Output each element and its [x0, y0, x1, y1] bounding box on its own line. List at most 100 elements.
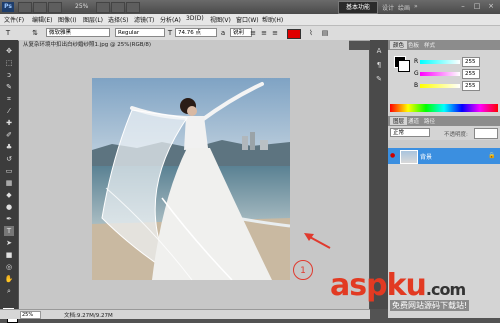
- menu-help[interactable]: 帮助(H): [262, 15, 283, 24]
- color-panel-tabs: 颜色 色板 样式: [388, 40, 500, 50]
- document-tab[interactable]: 从复杂环境中扣出白纱婚纱照1.jpg @ 25%(RGB/8): [19, 40, 349, 50]
- hand-tool-icon[interactable]: ✋: [4, 274, 14, 284]
- title-bar: Ps 25% 基本功能 设计 绘画 » – □ ×: [0, 0, 500, 14]
- slider-g-value[interactable]: 255: [462, 69, 480, 79]
- menu-view[interactable]: 视图(V): [210, 15, 231, 24]
- toolbox: ✥ ⬚ ↄ ✎ ⌗ ⁄ ✚ ✐ ♣ ↺ ▭ ▦ ◆ ● ✒ T ➤ ■ ◎ ✋ …: [0, 40, 18, 323]
- 3d-rotate-tool-icon[interactable]: ◎: [4, 262, 14, 272]
- character-panel-icon[interactable]: ▤: [320, 28, 330, 38]
- view-extras-button[interactable]: [48, 2, 62, 13]
- align-left-icon[interactable]: ≡: [248, 28, 258, 38]
- font-size-icon: T: [167, 29, 173, 37]
- move-tool-icon[interactable]: ✥: [4, 46, 14, 56]
- tab-color[interactable]: 颜色: [390, 41, 408, 49]
- warp-text-icon[interactable]: ⌇: [306, 28, 316, 38]
- panel-background-swatch[interactable]: [398, 60, 410, 72]
- menu-select[interactable]: 选择(S): [108, 15, 129, 24]
- blend-mode-select[interactable]: 正常: [390, 128, 430, 137]
- eyedropper-tool-icon[interactable]: ⁄: [4, 106, 14, 116]
- zoom-tool-icon[interactable]: ⌕: [4, 286, 14, 296]
- arrange-documents-button[interactable]: [126, 2, 140, 13]
- menu-window[interactable]: 窗口(W): [236, 15, 259, 24]
- marquee-tool-icon[interactable]: ⬚: [4, 58, 14, 68]
- menu-edit[interactable]: 编辑(E): [32, 15, 52, 24]
- text-orientation-icon[interactable]: ⇅: [30, 28, 40, 38]
- menu-analysis[interactable]: 分析(A): [160, 15, 181, 24]
- opacity-label: 不透明度:: [444, 132, 468, 138]
- slider-r-value[interactable]: 255: [462, 57, 480, 67]
- history-brush-tool-icon[interactable]: ↺: [4, 154, 14, 164]
- antialias-icon: a: [220, 29, 226, 37]
- tab-swatches[interactable]: 色板: [408, 41, 419, 49]
- zoom-tool-button[interactable]: [111, 2, 125, 13]
- maximize-button[interactable]: □: [472, 2, 482, 11]
- align-right-icon[interactable]: ≡: [270, 28, 280, 38]
- menu-image[interactable]: 图像(I): [58, 15, 76, 24]
- close-button[interactable]: ×: [486, 2, 496, 11]
- layer-row-background[interactable]: ● 背景 🔒: [388, 148, 500, 164]
- brush-tool-icon[interactable]: ✐: [4, 130, 14, 140]
- text-color-swatch[interactable]: [287, 29, 301, 39]
- crop-tool-icon[interactable]: ⌗: [4, 94, 14, 104]
- pen-tool-icon[interactable]: ✒: [4, 214, 14, 224]
- minimize-button[interactable]: –: [458, 2, 468, 11]
- text-tool-icon[interactable]: T: [3, 28, 13, 38]
- panel-strip-a-icon[interactable]: A: [374, 46, 384, 56]
- quick-select-tool-icon[interactable]: ✎: [4, 82, 14, 92]
- panel-strip-brush-icon[interactable]: ✎: [374, 74, 384, 84]
- menu-file[interactable]: 文件(F): [4, 15, 24, 24]
- slider-g[interactable]: [420, 72, 460, 76]
- font-family-select[interactable]: 微软雅黑: [46, 28, 110, 37]
- tab-channels[interactable]: 通道: [408, 117, 419, 125]
- blur-tool-icon[interactable]: ◆: [4, 190, 14, 200]
- slider-b-value[interactable]: 255: [462, 81, 480, 91]
- workspace-essentials-button[interactable]: 基本功能: [338, 1, 378, 14]
- dodge-tool-icon[interactable]: ●: [4, 202, 14, 212]
- slider-r-label: R: [414, 58, 419, 65]
- menu-bar: 文件(F) 编辑(E) 图像(I) 图层(L) 选择(S) 滤镜(T) 分析(A…: [0, 14, 500, 26]
- tab-paths[interactable]: 路径: [424, 117, 435, 125]
- clone-stamp-tool-icon[interactable]: ♣: [4, 142, 14, 152]
- font-size-select[interactable]: 74.76 点: [175, 28, 217, 37]
- slider-b-label: B: [414, 82, 419, 89]
- layer-name: 背景: [420, 154, 433, 161]
- watermark-subtitle: 免费网站源码下载站!: [390, 300, 470, 311]
- tab-styles[interactable]: 样式: [424, 41, 435, 49]
- document-image[interactable]: [92, 78, 290, 280]
- workspace-painting[interactable]: 绘画: [398, 3, 410, 12]
- menu-filter[interactable]: 滤镜(T): [134, 15, 154, 24]
- eraser-tool-icon[interactable]: ▭: [4, 166, 14, 176]
- menu-3d[interactable]: 3D(D): [186, 15, 204, 22]
- lock-row: [388, 140, 500, 148]
- photoshop-logo: Ps: [2, 2, 14, 12]
- tab-layers[interactable]: 图层: [390, 117, 408, 125]
- annotation-arrow: [300, 230, 334, 254]
- layer-thumbnail: [400, 150, 418, 164]
- watermark-logo: aspku.com: [330, 268, 466, 303]
- lasso-tool-icon[interactable]: ↄ: [4, 70, 14, 80]
- type-tool-icon[interactable]: T: [4, 226, 14, 236]
- align-center-icon[interactable]: ≡: [259, 28, 269, 38]
- eye-icon[interactable]: ●: [390, 152, 395, 159]
- slider-g-label: G: [414, 70, 419, 77]
- opacity-field[interactable]: [474, 128, 498, 139]
- zoom-level[interactable]: 25%: [75, 3, 88, 10]
- healing-brush-tool-icon[interactable]: ✚: [4, 118, 14, 128]
- annotation-step-number: 1: [293, 260, 313, 280]
- slider-r[interactable]: [420, 60, 460, 64]
- slider-b[interactable]: [420, 84, 460, 88]
- hand-tool-button[interactable]: [96, 2, 110, 13]
- shape-tool-icon[interactable]: ■: [4, 250, 14, 260]
- workspace-design[interactable]: 设计: [382, 3, 394, 12]
- gradient-tool-icon[interactable]: ▦: [4, 178, 14, 188]
- color-panel: R 255 G 255 B 255: [388, 50, 500, 112]
- menu-layer[interactable]: 图层(L): [83, 15, 103, 24]
- font-style-select[interactable]: Regular: [115, 28, 165, 37]
- panel-strip-paragraph-icon[interactable]: ¶: [374, 60, 384, 70]
- layers-panel-tabs: 图层 通道 路径: [388, 116, 500, 126]
- path-select-tool-icon[interactable]: ➤: [4, 238, 14, 248]
- workspace-more[interactable]: »: [414, 3, 418, 10]
- color-spectrum[interactable]: [390, 104, 498, 112]
- minibridge-button[interactable]: [33, 2, 47, 13]
- bridge-button[interactable]: [18, 2, 32, 13]
